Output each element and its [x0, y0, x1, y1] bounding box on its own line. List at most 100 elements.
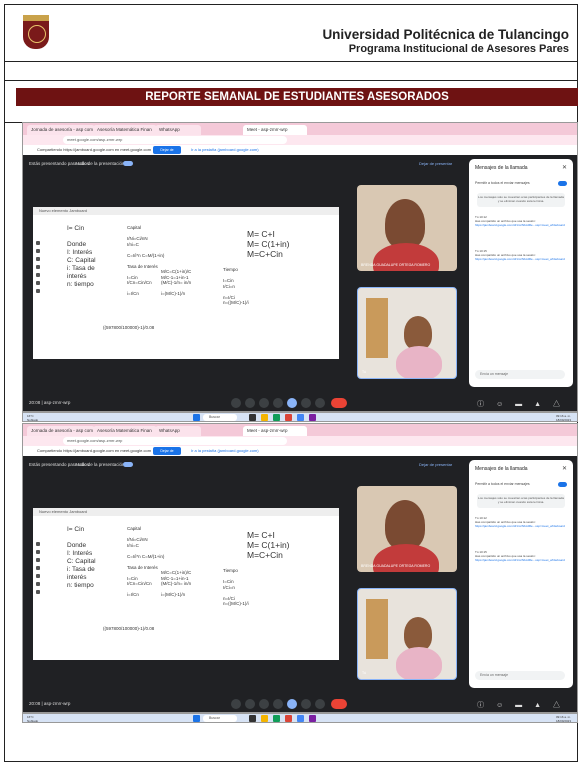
url-input[interactable]: meet.google.com/asp-zmrr-wrp: [63, 136, 287, 144]
taskbar-app-icon[interactable]: [309, 414, 316, 421]
stop-sharing-button[interactable]: Dejar de compartir: [153, 146, 181, 160]
stop-sharing-button[interactable]: Dejar de compartir: [153, 447, 181, 461]
camera-icon[interactable]: [245, 398, 255, 408]
browser-tab[interactable]: Jornada de asesoría - asp com: [27, 125, 95, 135]
jamboard-slide: Nuevo elemento Jamboard I= Cin Donde I: I…: [33, 207, 339, 359]
mic-icon[interactable]: [231, 699, 241, 709]
url-input[interactable]: meet.google.com/asp-zmrr-wrp: [63, 437, 287, 445]
weather-widget[interactable]: 16°C Nublado: [27, 414, 38, 422]
chat-link[interactable]: https://jamboard.google.com/d/1mzNbcdRe.…: [475, 558, 565, 562]
taskbar-clock[interactable]: 09:16 a. m. 18/09/2023: [556, 414, 571, 422]
meeting-code: 20:08 | asp-zmrr-wrp: [29, 400, 71, 405]
stop-presenting-button[interactable]: Dejar de presentar: [419, 161, 452, 166]
captions-icon[interactable]: [259, 699, 269, 709]
formula-column-3: M/C=C(1+in)/C M/C-1=1+in-1 (M/C)-1/n= in/n…: [161, 269, 192, 296]
hand-icon[interactable]: [301, 398, 311, 408]
windows-taskbar-1: 16°C Nublado Buscar 09:16 a. m. 18/09/2023: [22, 412, 578, 422]
self-video[interactable]: Tú: [357, 287, 457, 379]
chat-panel: Mensajes de la llamada ✕ Permitir a todo…: [469, 460, 573, 688]
taskbar-app-icon[interactable]: [297, 715, 304, 722]
taskbar-app-icon[interactable]: [285, 414, 292, 421]
camera-icon[interactable]: [245, 699, 255, 709]
chat-note: Los mensajes solo se muestran a las part…: [477, 494, 565, 508]
switch-tab-link[interactable]: Ir a la pestaña (jamboard.google.com): [191, 448, 259, 453]
side-panel-icons[interactable]: ⓘ ☺ ▬ ▲ △: [477, 700, 565, 710]
browser-tab[interactable]: Jornada de asesoría - asp com: [27, 426, 95, 436]
windows-start-icon[interactable]: [193, 715, 200, 722]
taskbar-app-icon[interactable]: [285, 715, 292, 722]
self-video[interactable]: Tú: [357, 588, 457, 680]
browser-tab-active[interactable]: Meet - asp-zmrr-wrp: [243, 125, 307, 135]
taskbar-search[interactable]: Buscar: [203, 414, 237, 421]
present-icon[interactable]: [287, 398, 297, 408]
hangup-icon[interactable]: [331, 398, 347, 408]
browser-tab[interactable]: Asesoría Matemática Finan: [93, 125, 157, 135]
audio-toggle[interactable]: [123, 462, 133, 467]
taskbar-clock[interactable]: 09:16 a. m. 18/09/2023: [556, 715, 571, 723]
chat-allow-label: Permitir a todos el enviar mensajes: [475, 482, 530, 486]
taskbar-app-icon[interactable]: [297, 414, 304, 421]
jamboard-tools[interactable]: [35, 237, 41, 307]
taskbar-app-icon[interactable]: [261, 715, 268, 722]
jamboard-slide: Nuevo elemento Jamboard I= Cin Donde I: I…: [33, 508, 339, 660]
chat-allow-toggle[interactable]: [558, 482, 567, 487]
reaction-icon[interactable]: [273, 699, 283, 709]
more-icon[interactable]: [315, 699, 325, 709]
hand-icon[interactable]: [301, 699, 311, 709]
chat-message: Tú 10:12 Has compartido un archivo que u…: [475, 215, 565, 227]
more-icon[interactable]: [315, 398, 325, 408]
chat-input[interactable]: Envía un mensaje: [475, 370, 565, 379]
browser-tab-bar: Jornada de asesoría - asp com Asesoría M…: [23, 424, 577, 436]
formula-column-5: Tiempo I=Cin I/Ci=n n=I/Ci n=((M/C)-1)/i: [223, 267, 249, 305]
hangup-icon[interactable]: [331, 699, 347, 709]
meeting-code: 20:08 | asp-zmrr-wrp: [29, 701, 71, 706]
chat-link[interactable]: https://jamboard.google.com/d/1mzNbcdRe.…: [475, 257, 565, 261]
formula-column-4: M= C+I M= C(1+in) M=C+Cin: [247, 229, 290, 259]
taskbar-app-icon[interactable]: [273, 715, 280, 722]
chat-message: Tú 10:15 Has compartido un archivo que u…: [475, 550, 565, 562]
close-icon[interactable]: ✕: [562, 465, 567, 472]
close-icon[interactable]: ✕: [562, 164, 567, 171]
divider: [5, 80, 577, 81]
taskbar-app-icon[interactable]: [249, 414, 256, 421]
audio-toggle[interactable]: [123, 161, 133, 166]
windows-taskbar-2: 16°C Nublado Buscar 09:16 a. m. 18/09/2023: [22, 713, 578, 723]
university-name: Universidad Politécnica de Tulancingo: [322, 27, 569, 42]
browser-tab-active[interactable]: Meet - asp-zmrr-wrp: [243, 426, 307, 436]
present-icon[interactable]: [287, 699, 297, 709]
windows-start-icon[interactable]: [193, 414, 200, 421]
mic-icon[interactable]: [231, 398, 241, 408]
taskbar-app-icon[interactable]: [309, 715, 316, 722]
browser-tab[interactable]: Asesoría Matemática Finan: [93, 426, 157, 436]
participant-video[interactable]: BRENDA GUADALUPE ORTEGA ROMERO: [357, 486, 457, 572]
chat-allow-label: Permitir a todos el enviar mensajes: [475, 181, 530, 185]
weather-widget[interactable]: 16°C Nublado: [27, 715, 38, 723]
reaction-icon[interactable]: [273, 398, 283, 408]
taskbar-app-icon[interactable]: [249, 715, 256, 722]
chat-message: Tú 10:12 Has compartido un archivo que u…: [475, 516, 565, 528]
taskbar-app-icon[interactable]: [273, 414, 280, 421]
chat-title: Mensajes de la llamada: [475, 466, 528, 472]
stop-presenting-button[interactable]: Dejar de presentar: [419, 462, 452, 467]
formula-column-1: I= Cin Donde I: Interés C: Capital i: Tasa …: [67, 526, 96, 589]
side-panel-icons[interactable]: ⓘ ☺ ▬ ▲ △: [477, 399, 565, 409]
chat-title: Mensajes de la llamada: [475, 165, 528, 171]
meet-controls: 20:08 | asp-zmrr-wrp ⓘ ☺ ▬ ▲ △: [23, 395, 577, 411]
share-message: Compartiendo https://jamboard.google.com…: [37, 147, 152, 152]
browser-tab[interactable]: WhatsApp: [155, 426, 201, 436]
switch-tab-link[interactable]: Ir a la pestaña (jamboard.google.com): [191, 147, 259, 152]
chat-link[interactable]: https://jamboard.google.com/d/1mzNbcdRe.…: [475, 223, 565, 227]
jamboard-tools[interactable]: [35, 538, 41, 608]
taskbar-app-icon[interactable]: [261, 414, 268, 421]
chat-link[interactable]: https://jamboard.google.com/d/1mzNbcdRe.…: [475, 524, 565, 528]
participant-name: BRENDA GUADALUPE ORTEGA ROMERO: [361, 564, 431, 568]
share-message: Compartiendo https://jamboard.google.com…: [37, 448, 152, 453]
browser-tab[interactable]: WhatsApp: [155, 125, 201, 135]
taskbar-search[interactable]: Buscar: [203, 715, 237, 722]
captions-icon[interactable]: [259, 398, 269, 408]
report-header: Universidad Politécnica de Tulancingo Pr…: [5, 5, 577, 62]
chat-allow-toggle[interactable]: [558, 181, 567, 186]
chat-input[interactable]: Envía un mensaje: [475, 671, 565, 680]
participant-video[interactable]: BRENDA GUADALUPE ORTEGA ROMERO: [357, 185, 457, 271]
self-label: Tú: [362, 671, 367, 675]
